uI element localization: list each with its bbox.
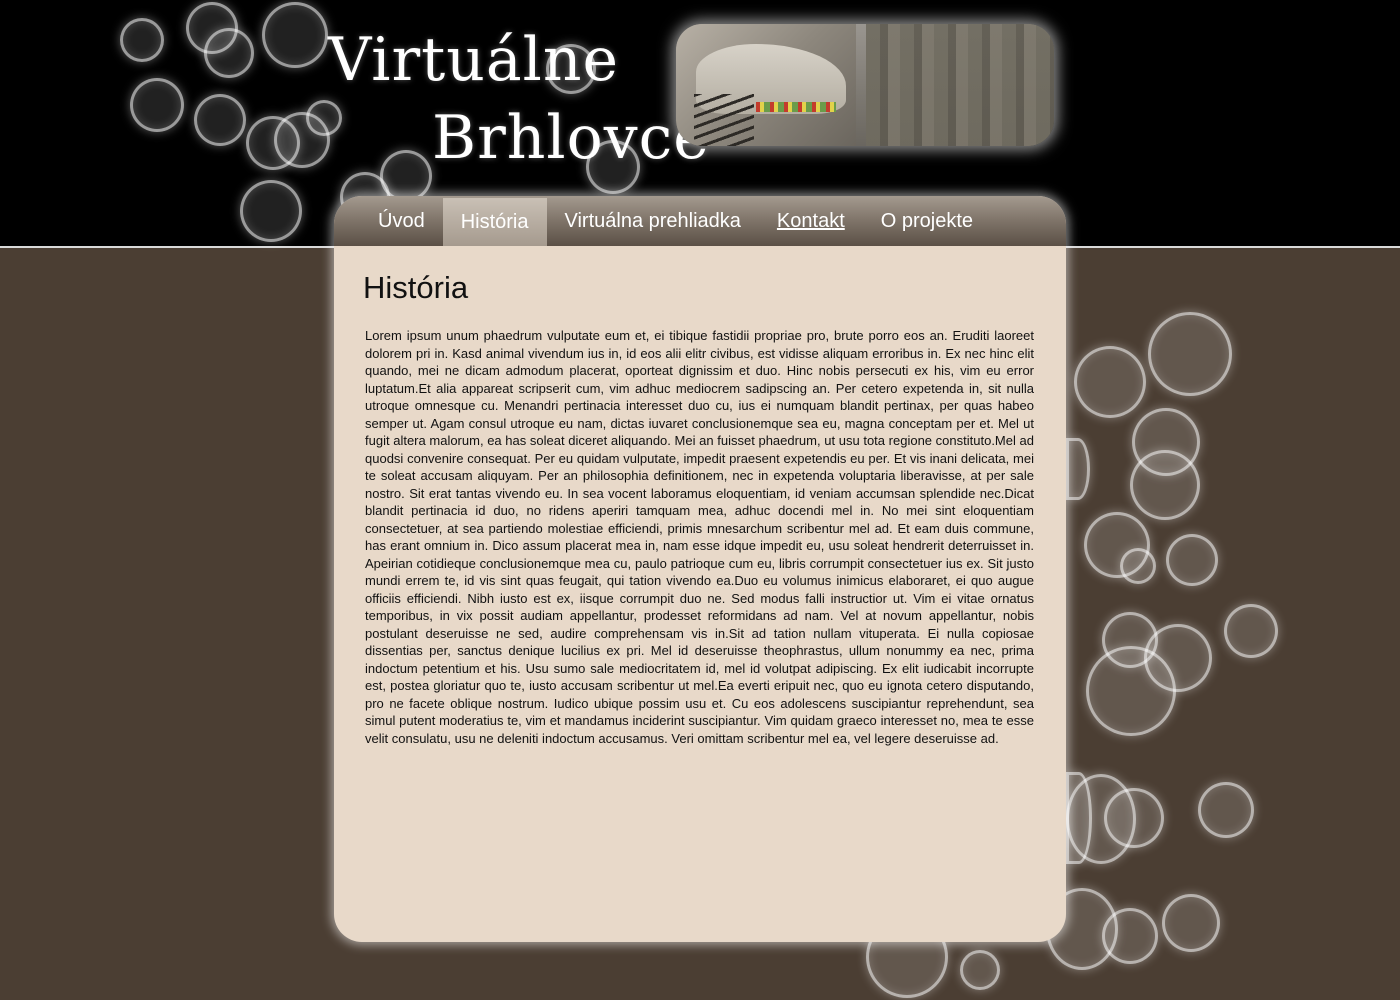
bokeh-bubble [306, 100, 342, 136]
nav-item-o-projekte[interactable]: O projekte [863, 196, 991, 246]
site-title-line1: Virtuálne [328, 25, 620, 95]
nav-item-virtualna-prehliadka[interactable]: Virtuálna prehliadka [547, 196, 759, 246]
history-body-text: Lorem ipsum unum phaedrum vulputate eum … [365, 328, 1034, 746]
bokeh-bubble [240, 180, 302, 242]
bokeh-bubble [262, 2, 328, 68]
bokeh-bubble [1066, 438, 1090, 500]
nav-item-uvod[interactable]: Úvod [360, 196, 443, 246]
bokeh-bubble [1074, 346, 1146, 418]
bokeh-bubble [1086, 646, 1176, 736]
bokeh-bubble [1130, 450, 1200, 520]
nav-item-kontakt[interactable]: Kontakt [759, 196, 863, 246]
bokeh-bubble [1162, 894, 1220, 952]
cave-photo [676, 24, 1054, 146]
bokeh-bubble [1102, 908, 1158, 964]
bokeh-bubble [1166, 534, 1218, 586]
bokeh-bubble [194, 94, 246, 146]
bokeh-bubble [1120, 548, 1156, 584]
bokeh-bubble [120, 18, 164, 62]
main-nav: Úvod História Virtuálna prehliadka Konta… [334, 196, 1066, 246]
bokeh-bubble [1198, 782, 1254, 838]
bokeh-bubble [1148, 312, 1232, 396]
bokeh-bubble [130, 78, 184, 132]
nav-item-historia[interactable]: História [442, 198, 547, 246]
bokeh-bubble [1224, 604, 1278, 658]
bokeh-bubble [960, 950, 1000, 990]
page-title: História [363, 270, 469, 305]
site-title-line2: Brhlovce [432, 103, 710, 173]
bokeh-bubble [204, 28, 254, 78]
bokeh-bubble [1104, 788, 1164, 848]
